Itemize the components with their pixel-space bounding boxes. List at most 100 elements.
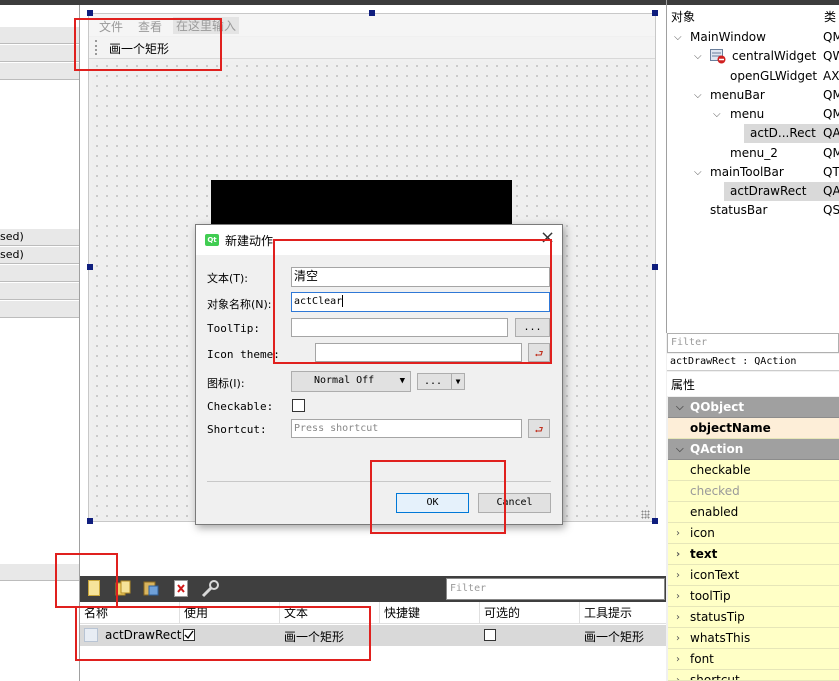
prop-checkable[interactable]: checkable [668,460,839,481]
opengl-widget[interactable] [211,180,512,230]
tree-item-mainwindow[interactable]: ⌵ MainWindow QM [668,28,839,47]
configure-wrench-icon[interactable] [200,579,220,599]
tree-item-menu[interactable]: ⌵ menu QM [668,105,839,124]
tree-item-label: MainWindow [690,30,766,44]
paste-action-icon[interactable] [143,580,159,596]
left-row-label: sed) [0,230,24,243]
action-filter-input[interactable]: Filter [446,578,665,600]
delete-action-icon[interactable] [174,580,188,597]
prop-icon[interactable]: › icon [668,523,839,544]
prop-font[interactable]: › font [668,649,839,670]
dialog-separator [207,481,551,482]
prop-label: objectName [690,421,771,435]
tree-item-actdrawrect-toolbar[interactable]: actDrawRect QA [724,182,839,201]
prop-whatsthis[interactable]: › whatsThis [668,628,839,649]
col-text[interactable]: 文本 [280,602,380,624]
prop-statustip[interactable]: › statusTip [668,607,839,628]
text-field[interactable]: 清空 [291,267,550,287]
qt-logo-icon: Qt [205,234,219,246]
col-shortcut[interactable]: 快捷键 [380,602,480,624]
prop-icontext[interactable]: › iconText [668,565,839,586]
property-col-header[interactable]: 属性 [671,376,695,393]
tree-item-label: menuBar [710,88,765,102]
tree-item-menu2[interactable]: menu_2 QM [668,144,839,163]
action-editor-toolbar: Filter [80,576,666,602]
tree-item-actdrawrect-menu[interactable]: actD...Rect QA [744,124,839,143]
tree-item-menubar[interactable]: ⌵ menuBar QM [668,86,839,105]
prop-enabled[interactable]: enabled [668,502,839,523]
menu-file[interactable]: 文件 [99,18,123,35]
icon-more-label: ... [424,376,443,387]
prop-tooltip[interactable]: › toolTip [668,586,839,607]
left-row[interactable]: sed) [0,228,79,246]
icon-mode-dropdown[interactable]: Normal Off ▼ [291,371,411,392]
tree-item-openglwidget[interactable]: openGLWidget AX [668,67,839,86]
tooltip-more-button[interactable]: ... [515,318,550,337]
resize-handle[interactable] [87,10,93,16]
row-used-checkbox[interactable] [183,629,195,641]
resize-handle[interactable] [87,518,93,524]
object-name-value: actClear [294,296,343,307]
left-row[interactable] [0,62,79,80]
copy-action-icon[interactable] [115,580,131,596]
prop-group-qobject[interactable]: ⌵ QObject [668,397,839,418]
prop-label: QObject [690,400,745,414]
row-checkable-checkbox[interactable] [484,629,496,641]
left-row[interactable] [0,26,79,44]
right-top-bar [667,0,839,5]
prop-label: statusTip [690,610,745,624]
col-checkable[interactable]: 可选的 [480,602,580,624]
icon-theme-reset-button[interactable]: ⮐ [528,343,550,362]
tree-item-maintoolbar[interactable]: ⌵ mainToolBar QT [668,163,839,182]
property-filter-input[interactable]: Filter [667,333,839,353]
close-icon[interactable]: × [540,228,555,248]
prop-shortcut[interactable]: › shortcut [668,670,839,681]
prop-text[interactable]: › text [668,544,839,565]
shortcut-field[interactable]: Press shortcut [291,419,522,438]
resize-handle[interactable] [652,518,658,524]
row-name: actDrawRect [105,628,182,642]
left-row[interactable]: sed) [0,246,79,264]
tree-item-statusbar[interactable]: statusBar QS [668,201,839,220]
tree-item-label: openGLWidget [730,69,818,83]
resize-handle[interactable] [369,10,375,16]
prop-checked[interactable]: checked [668,481,839,502]
left-row[interactable] [0,563,79,581]
tree-item-class: AX [823,69,839,83]
shortcut-placeholder: Press shortcut [294,423,379,434]
cancel-button[interactable]: Cancel [478,493,551,513]
dialog-titlebar[interactable]: Qt 新建动作 × [196,225,562,255]
prop-group-qaction[interactable]: ⌵ QAction [668,439,839,460]
shortcut-reset-button[interactable]: ⮐ [528,419,550,438]
resize-handle[interactable] [652,264,658,270]
tree-item-class: QW [823,49,839,63]
ok-button[interactable]: OK [396,493,469,513]
object-name-field[interactable]: actClear [291,292,550,312]
toolbar-action-draw-rect[interactable]: 画一个矩形 [109,40,169,57]
dialog-title: 新建动作 [225,234,274,248]
col-name[interactable]: 名称 [80,602,180,624]
tree-item-centralwidget[interactable]: ⌵ centralWidget QW [668,47,839,66]
left-row[interactable] [0,300,79,318]
icon-theme-field[interactable] [315,343,522,362]
tooltip-field[interactable] [291,318,508,337]
resize-handle[interactable] [87,264,93,270]
left-row[interactable] [0,282,79,300]
expand-arrow-icon: › [676,633,680,644]
col-tooltip[interactable]: 工具提示 [580,602,666,624]
col-used[interactable]: 使用 [180,602,280,624]
class-col-header[interactable]: 类 [824,8,836,25]
tree-item-label: menu_2 [730,146,778,160]
menu-type-here[interactable]: 在这里输入 [173,17,240,34]
table-row[interactable]: actDrawRect 画一个矩形 画一个矩形 [80,625,666,646]
shortcut-label: Shortcut: [207,423,267,436]
icon-more-dropdown[interactable]: ... ▼ [417,373,465,390]
resize-handle[interactable] [652,10,658,16]
left-row[interactable] [0,44,79,62]
new-action-icon[interactable] [88,580,100,596]
prop-objectname[interactable]: objectName [668,418,839,439]
checkable-checkbox[interactable] [292,399,305,412]
menu-view[interactable]: 查看 [138,18,162,35]
object-col-header[interactable]: 对象 [671,8,695,25]
left-row[interactable] [0,264,79,282]
